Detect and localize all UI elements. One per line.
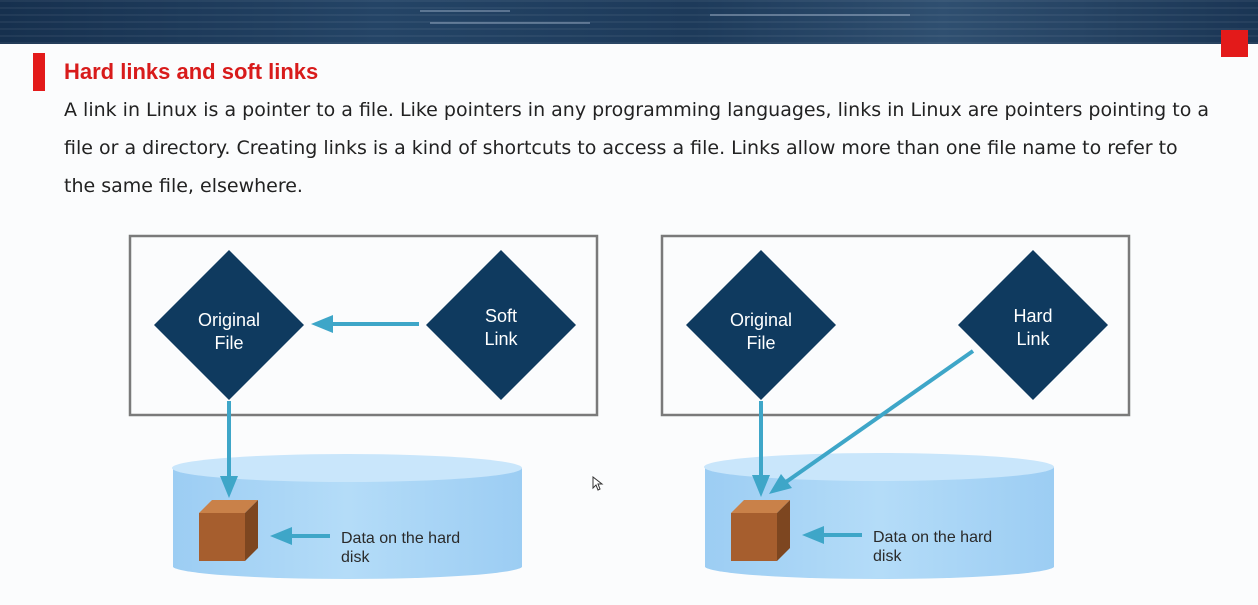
hard-original-label-2: File xyxy=(746,333,775,353)
mouse-cursor-icon xyxy=(592,476,604,491)
hard-data-label-1: Data on the hard xyxy=(873,529,992,546)
links-diagram: Original File Soft Link Data on the hard xyxy=(128,234,1131,580)
soft-link-diagram: Original File Soft Link Data on the hard xyxy=(128,234,599,580)
soft-link-label-2: Link xyxy=(484,329,518,349)
hard-data-label-2: disk xyxy=(873,548,902,565)
soft-cube-icon xyxy=(199,500,258,561)
hard-link-label-2: Link xyxy=(1016,329,1050,349)
hard-link-diagram: Original File Hard Link Data on the hard xyxy=(660,234,1131,580)
hard-original-label-1: Original xyxy=(730,310,792,330)
soft-data-label-1: Data on the hard xyxy=(341,530,460,547)
soft-original-label-1: Original xyxy=(198,310,260,330)
soft-to-original-arrow-icon xyxy=(311,315,419,333)
hard-link-label-1: Hard xyxy=(1013,306,1052,326)
soft-link-label-1: Soft xyxy=(485,306,517,326)
hard-cube-icon xyxy=(731,500,790,561)
soft-data-label-2: disk xyxy=(341,549,370,566)
soft-original-label-2: File xyxy=(214,333,243,353)
